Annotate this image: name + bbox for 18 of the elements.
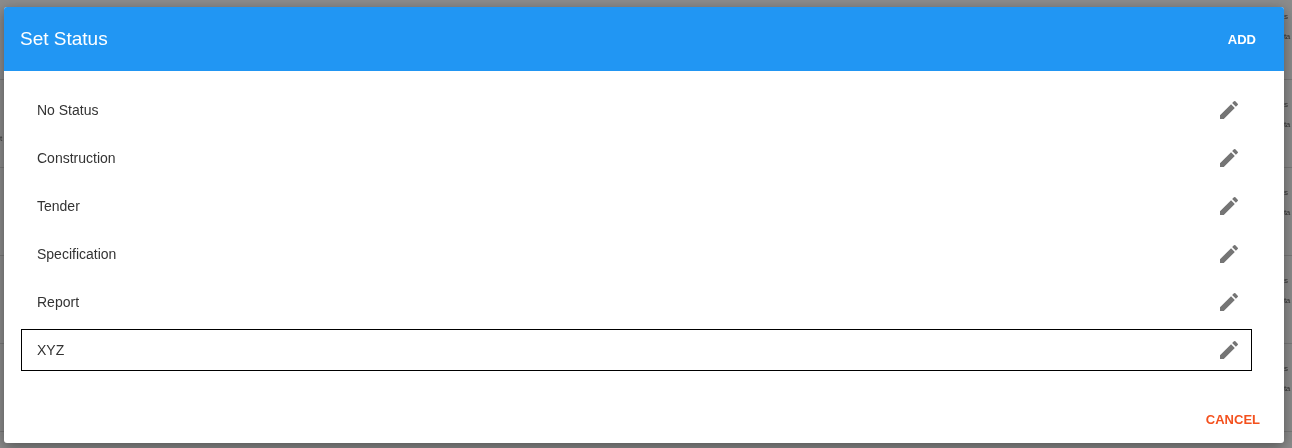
edit-icon[interactable]: [1217, 290, 1241, 314]
status-item[interactable]: XYZ: [21, 329, 1252, 371]
status-item[interactable]: Construction: [21, 134, 1252, 182]
status-item[interactable]: No Status: [21, 86, 1252, 134]
background-text: ta: [1284, 383, 1291, 395]
background-text: ta: [1284, 31, 1291, 43]
edit-icon[interactable]: [1217, 194, 1241, 218]
status-item[interactable]: Report: [21, 278, 1252, 326]
background-text: ta: [1284, 207, 1291, 219]
status-item[interactable]: Specification: [21, 230, 1252, 278]
edit-icon[interactable]: [1217, 146, 1241, 170]
background-text: ta: [1284, 295, 1291, 307]
edit-icon[interactable]: [1217, 338, 1241, 362]
edit-icon[interactable]: [1217, 242, 1241, 266]
status-item[interactable]: Tender: [21, 182, 1252, 230]
dialog-title: Set Status: [20, 28, 108, 50]
background-text: ta: [1284, 119, 1291, 131]
edit-icon[interactable]: [1217, 98, 1241, 122]
